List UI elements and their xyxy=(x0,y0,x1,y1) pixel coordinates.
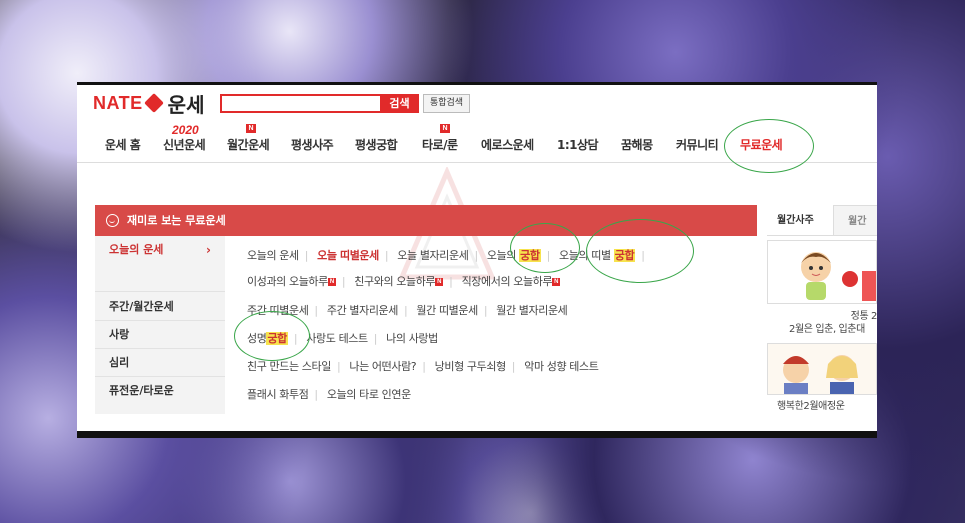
sidebar-item-fusion[interactable]: 퓨전운/타로운 xyxy=(95,377,225,405)
link-today-compat[interactable]: 오늘의 궁합 xyxy=(487,249,541,262)
browser-window: NATE 운세 검색 통합검색 2020 N N 운세 홈 신년운세 월간운세 … xyxy=(77,82,877,438)
nav-item-home[interactable]: 운세 홈 xyxy=(105,135,141,161)
link-friend-style[interactable]: 친구 만드는 스타일 xyxy=(247,360,331,373)
fusion-links-row: 플래시 화투점 | 오늘의 타로 인연운 xyxy=(247,388,411,401)
link-text: 친구와의 오늘하루 xyxy=(354,275,436,288)
nav-item-new-year[interactable]: 신년운세 xyxy=(163,135,206,161)
tab-monthly-saju[interactable]: 월간사주 xyxy=(777,205,814,236)
tab-monthly[interactable]: 월간 xyxy=(833,205,877,235)
search-button[interactable]: 검색 xyxy=(380,94,419,113)
sidebar-item-weekly[interactable]: 주간/월간운세 xyxy=(95,293,225,321)
link-tarot-relation[interactable]: 오늘의 타로 인연운 xyxy=(327,388,411,401)
main-nav: 운세 홈 신년운세 월간운세 평생사주 평생궁합 타로/룬 에로스운세 1:1상… xyxy=(77,135,877,163)
sidebar-item-love[interactable]: 사랑 xyxy=(95,321,225,349)
link-love-test[interactable]: 사랑도 테스트 xyxy=(306,332,368,345)
link-who-am-i[interactable]: 나는 어떤사람? xyxy=(349,360,416,373)
chevron-right-icon: › xyxy=(206,243,211,257)
today-relation-row: 이성과의 오늘하루 N | 친구와의 오늘하루 N | 직장에서의 오늘하루 N xyxy=(247,273,561,289)
link-today-fortune[interactable]: 오늘의 운세 xyxy=(247,249,299,262)
card-thumbnail[interactable] xyxy=(767,343,877,395)
smile-icon xyxy=(106,214,119,227)
link-today-zodiac-animal[interactable]: 오늘 띠별운세 xyxy=(317,249,379,262)
link-monthly-star[interactable]: 월간 별자리운세 xyxy=(496,304,568,317)
new-badge: N xyxy=(246,124,256,133)
link-devil-test[interactable]: 악마 성향 테스트 xyxy=(524,360,599,373)
logo-brand: NATE xyxy=(93,92,143,113)
psych-links-row: 친구 만드는 스타일 | 나는 어떤사람? | 낭비형 구두쇠형 | 악마 성향 테스… xyxy=(247,360,599,373)
link-today-workplace[interactable]: 직장에서의 오늘하루 N xyxy=(462,275,561,288)
card-thumbnail[interactable] xyxy=(767,240,877,304)
link-my-love-style[interactable]: 나의 사랑법 xyxy=(386,332,438,345)
nav-item-consult[interactable]: 1:1상담 xyxy=(557,135,599,161)
card-caption-desc[interactable]: 2월은 입춘, 입춘대 xyxy=(767,320,877,335)
link-text: 오늘의 xyxy=(486,249,520,262)
new-badge: N xyxy=(327,278,336,286)
nav-item-community[interactable]: 커뮤니티 xyxy=(676,135,719,161)
link-today-friend[interactable]: 친구와의 오늘하루 N xyxy=(354,275,444,288)
link-weekly-animal[interactable]: 주간 띠별운세 xyxy=(247,304,309,317)
category-sidebar: 오늘의 운세 › 주간/월간운세 사랑 심리 퓨전운/타로운 xyxy=(95,236,225,414)
new-badge: N xyxy=(552,278,561,286)
new-badge: N xyxy=(435,278,444,286)
link-spender-miser[interactable]: 낭비형 구두쇠형 xyxy=(435,360,507,373)
highlight-compat: 궁합 xyxy=(266,332,288,345)
highlight-compat: 궁합 xyxy=(519,249,541,262)
logo-service: 운세 xyxy=(167,92,205,117)
weekly-links-row: 주간 띠별운세 | 주간 별자리운세 | 월간 띠별운세 | 월간 별자리운세 xyxy=(247,304,568,317)
new-badge: N xyxy=(440,124,450,133)
right-tabs: 월간사주 월간 xyxy=(767,205,877,236)
search-input[interactable] xyxy=(220,94,380,113)
link-today-star-sign[interactable]: 오늘 별자리운세 xyxy=(397,249,469,262)
nav-item-lifetime-saju[interactable]: 평생사주 xyxy=(291,135,334,161)
panel-title: 재미로 보는 무료운세 xyxy=(127,214,226,227)
link-text: 이성과의 오늘하루 xyxy=(247,275,328,288)
nav-item-monthly[interactable]: 월간운세 xyxy=(227,135,270,161)
link-flash-hwatu[interactable]: 플래시 화투점 xyxy=(247,388,309,401)
link-name-compat[interactable]: 성명궁합 xyxy=(247,332,288,345)
total-search-button[interactable]: 통합검색 xyxy=(423,94,470,113)
nav-item-free-fortune[interactable]: 무료운세 xyxy=(740,135,783,161)
link-monthly-animal[interactable]: 월간 띠별운세 xyxy=(416,304,478,317)
couple-illustration-icon xyxy=(768,344,876,394)
link-weekly-star[interactable]: 주간 별자리운세 xyxy=(327,304,399,317)
link-text: 성명 xyxy=(247,332,267,345)
couple-illustration-icon xyxy=(768,241,876,303)
sidebar-item-label: 오늘의 운세 xyxy=(109,243,164,256)
sidebar-item-today[interactable]: 오늘의 운세 › xyxy=(95,236,225,292)
nate-logo[interactable]: NATE 운세 xyxy=(93,91,205,117)
highlight-compat: 궁합 xyxy=(613,249,636,262)
nav-item-tarot[interactable]: 타로/룬 xyxy=(422,135,458,161)
today-links-row: 오늘의 운세 | 오늘 띠별운세 | 오늘 별자리운세 | 오늘의 궁합 | 오늘의 띠… xyxy=(247,249,645,262)
link-text: 오늘의 띠별 xyxy=(559,249,614,262)
card-caption-title[interactable]: 행복한2월애정운 xyxy=(767,397,877,412)
link-text: 직장에서의 오늘하루 xyxy=(461,275,553,288)
love-links-row: 성명궁합 | 사랑도 테스트 | 나의 사랑법 xyxy=(247,332,438,345)
link-today-opposite-sex[interactable]: 이성과의 오늘하루 N xyxy=(247,275,336,288)
nav-item-dream[interactable]: 꿈해몽 xyxy=(621,135,653,161)
panel-header: 재미로 보는 무료운세 xyxy=(95,205,757,236)
sidebar-item-psych[interactable]: 심리 xyxy=(95,349,225,377)
logo-diamond-icon xyxy=(143,93,164,113)
nav-item-lifetime-compat[interactable]: 평생궁합 xyxy=(355,135,398,161)
link-today-animal-compat[interactable]: 오늘의 띠별 궁합 xyxy=(559,249,636,262)
nav-item-eros[interactable]: 에로스운세 xyxy=(481,135,534,161)
